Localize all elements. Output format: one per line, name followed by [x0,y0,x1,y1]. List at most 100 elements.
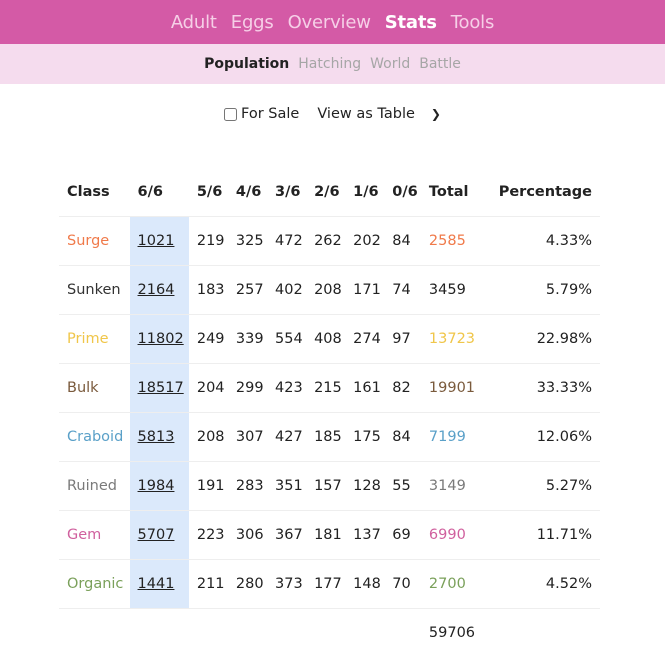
count-cell: 408 [306,313,346,363]
percentage-cell: 5.27% [480,460,600,510]
percentage-cell: 11.71% [480,509,600,559]
empty-cell [480,607,600,658]
count-cell: 84 [384,215,421,265]
sub-nav: Population Hatching World Battle [0,44,665,84]
count-cell: 74 [384,264,421,314]
subnav-tab-hatching[interactable]: Hatching [298,56,361,72]
table-row: Surge 1021 219 325 472 262 202 84 2585 4.33% [59,215,600,265]
count-cell: 148 [345,558,385,608]
nav-tab-stats[interactable]: Stats [385,12,437,33]
count-cell: 367 [267,509,307,559]
count-cell: 69 [384,509,421,559]
class-name: Ruined [59,460,130,510]
perfect-count-cell: 2164 [129,264,189,314]
class-name: Craboid [59,411,130,461]
empty-cell [59,607,130,658]
count-cell: 249 [188,313,228,363]
for-sale-toggle[interactable]: For Sale [224,106,299,122]
count-cell: 283 [227,460,267,510]
perfect-count-link[interactable]: 1984 [138,478,175,494]
for-sale-checkbox[interactable] [224,107,238,121]
count-cell: 84 [384,411,421,461]
nav-tab-eggs[interactable]: Eggs [231,12,274,33]
table-header-row: Class 6/6 5/6 4/6 3/6 2/6 1/6 0/6 Total Percentag… [59,168,600,216]
count-cell: 215 [306,362,346,412]
empty-cell [267,607,307,658]
class-name: Organic [59,558,130,608]
chevron-down-icon: ❯ [430,107,441,121]
perfect-count-cell: 1984 [129,460,189,510]
perfect-count-cell: 11802 [129,313,189,363]
perfect-count-link[interactable]: 2164 [138,282,175,298]
count-cell: 280 [227,558,267,608]
empty-cell [306,607,346,658]
perfect-count-link[interactable]: 5813 [138,429,175,445]
column-header: 3/6 [275,183,301,200]
total-cell: 6990 [420,509,481,559]
nav-tab-adult[interactable]: Adult [171,12,217,33]
perfect-count-link[interactable]: 18517 [138,380,184,396]
column-header: Class [67,183,110,200]
count-cell: 211 [188,558,228,608]
percentage-cell: 4.33% [480,215,600,265]
top-nav: Adult Eggs Overview Stats Tools [0,0,665,44]
class-name: Prime [59,313,130,363]
count-cell: 208 [188,411,228,461]
total-cell: 2700 [420,558,481,608]
count-cell: 128 [345,460,385,510]
count-cell: 204 [188,362,228,412]
subnav-tab-battle[interactable]: Battle [419,56,461,72]
perfect-count-link[interactable]: 1441 [138,576,175,592]
count-cell: 219 [188,215,228,265]
percentage-cell: 33.33% [480,362,600,412]
table-row: Prime 11802 249 339 554 408 274 97 13723 22.98% [59,313,600,363]
empty-cell [129,607,189,658]
count-cell: 472 [267,215,307,265]
count-cell: 157 [306,460,346,510]
count-cell: 185 [306,411,346,461]
count-cell: 82 [384,362,421,412]
column-header: Total [428,183,469,200]
count-cell: 274 [345,313,385,363]
column-header: Percentage [498,183,592,200]
perfect-count-link[interactable]: 11802 [138,331,184,347]
count-cell: 257 [227,264,267,314]
table-row: Gem 5707 223 306 367 181 137 69 6990 11.71% [59,509,600,559]
total-cell: 3459 [420,264,481,314]
table-row: Craboid 5813 208 307 427 185 175 84 7199 12.06% [59,411,600,461]
count-cell: 183 [188,264,228,314]
count-cell: 70 [384,558,421,608]
empty-cell [384,607,421,658]
count-cell: 402 [267,264,307,314]
column-header: 4/6 [235,183,262,200]
count-cell: 299 [227,362,267,412]
column-header: 5/6 [196,183,223,200]
class-name: Bulk [59,362,130,412]
for-sale-label: For Sale [241,106,300,122]
count-cell: 373 [267,558,307,608]
nav-tab-tools[interactable]: Tools [451,12,495,33]
count-cell: 137 [345,509,385,559]
count-cell: 223 [188,509,228,559]
percentage-cell: 4.52% [480,558,600,608]
count-cell: 307 [227,411,267,461]
class-name: Sunken [59,264,130,314]
count-cell: 351 [267,460,307,510]
total-cell: 19901 [420,362,481,412]
controls-bar: For Sale View as Table ❯ [0,106,665,122]
perfect-count-cell: 1021 [129,215,189,265]
subnav-tab-world[interactable]: World [370,56,410,72]
view-select[interactable]: View as Table ❯ [317,106,441,122]
perfect-count-link[interactable]: 1021 [138,233,175,249]
count-cell: 262 [306,215,346,265]
total-cell: 7199 [420,411,481,461]
count-cell: 325 [227,215,267,265]
table-row: Sunken 2164 183 257 402 208 171 74 3459 5.79% [59,264,600,314]
nav-tab-overview[interactable]: Overview [288,12,371,33]
perfect-count-link[interactable]: 5707 [138,527,175,543]
count-cell: 181 [306,509,346,559]
count-cell: 55 [384,460,421,510]
population-table: Class 6/6 5/6 4/6 3/6 2/6 1/6 0/6 Total Percentag… [59,168,600,658]
count-cell: 202 [345,215,385,265]
subnav-tab-population[interactable]: Population [204,56,289,72]
